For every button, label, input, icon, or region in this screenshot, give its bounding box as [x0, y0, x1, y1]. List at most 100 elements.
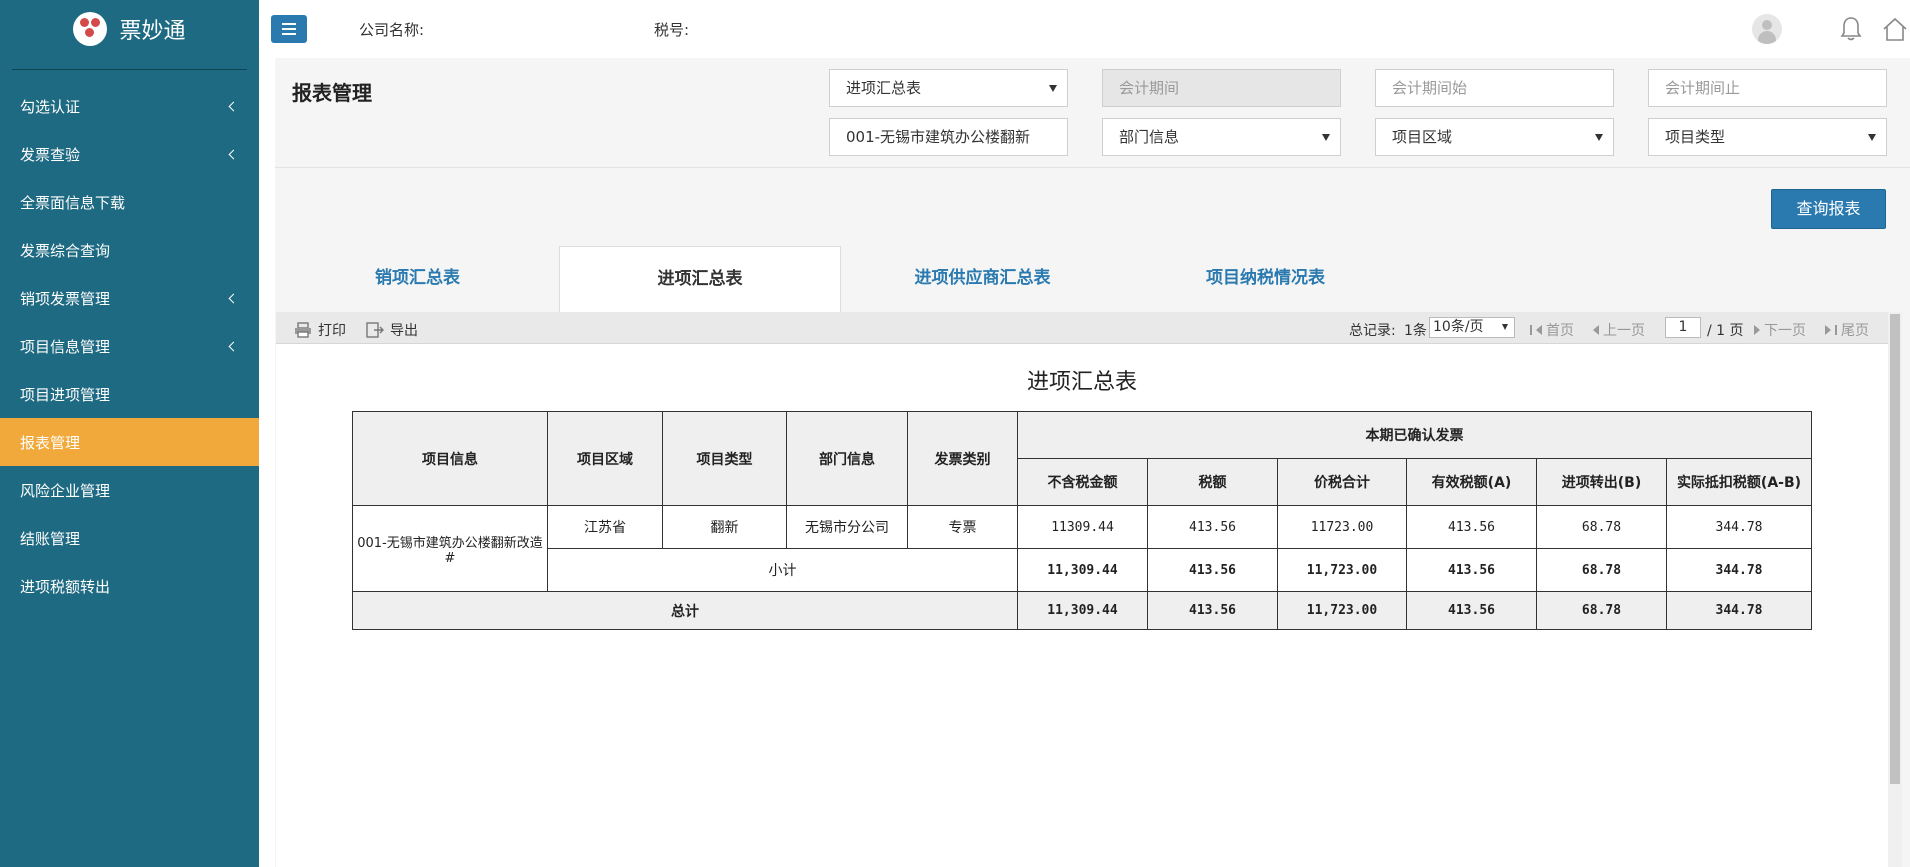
vertical-scrollbar[interactable] — [1888, 312, 1902, 867]
sidebar-item-label: 结账管理 — [20, 529, 81, 548]
brand-name: 票妙通 — [119, 19, 186, 44]
first-page-label: 首页 — [1546, 323, 1574, 339]
menu-toggle-button[interactable] — [271, 15, 307, 43]
subtotal-row: 小计 11,309.44 413.56 11,723.00 413.56 68.… — [353, 548, 1812, 592]
avatar[interactable] — [1752, 14, 1782, 44]
chevron-left-icon — [228, 101, 239, 111]
divider — [12, 69, 247, 70]
page-size-select[interactable]: 10条/页 — [1429, 317, 1515, 338]
cell-department: 无锡市分公司 — [786, 505, 908, 549]
total-pages: / 1 页 — [1707, 323, 1744, 339]
chevron-left-icon — [228, 293, 239, 303]
top-icons — [1730, 14, 1910, 44]
sidebar-item-check-certify[interactable]: 勾选认证 — [0, 82, 259, 130]
chevron-left-icon — [228, 341, 239, 351]
last-page-icon — [1825, 325, 1831, 335]
sidebar-item-tax-transfer[interactable]: 进项税额转出 — [0, 562, 259, 610]
page-title: 报表管理 — [292, 81, 372, 105]
header-confirmed-group: 本期已确认发票 — [1017, 411, 1812, 459]
header-type: 项目类型 — [662, 411, 787, 506]
header-invoice-category: 发票类别 — [907, 411, 1018, 506]
sidebar-item-project-input[interactable]: 项目进项管理 — [0, 370, 259, 418]
department-value: 部门信息 — [1119, 128, 1180, 146]
tab-input-summary[interactable]: 进项汇总表 — [559, 246, 841, 312]
home-icon[interactable] — [1882, 16, 1908, 42]
next-page-label: 下一页 — [1764, 323, 1806, 339]
grand-total-effective-tax: 413.56 — [1406, 591, 1537, 630]
sidebar-item-invoice-verify[interactable]: 发票查验 — [0, 130, 259, 178]
print-button[interactable]: 打印 — [294, 320, 346, 340]
sidebar-item-reports[interactable]: 报表管理 — [0, 418, 259, 466]
subtotal-amount-ex-tax: 11,309.44 — [1017, 548, 1148, 592]
sidebar-item-label: 项目进项管理 — [20, 385, 111, 404]
caret-down-icon — [1502, 324, 1508, 330]
period-end-placeholder: 会计期间止 — [1665, 79, 1741, 97]
sidebar-item-invoice-query[interactable]: 发票综合查询 — [0, 226, 259, 274]
cell-actual-deduct: 344.78 — [1666, 505, 1812, 549]
cell-category: 专票 — [907, 505, 1018, 549]
sidebar-item-label: 项目信息管理 — [20, 337, 111, 356]
period-start-input[interactable]: 会计期间始 — [1375, 69, 1614, 107]
next-page-icon — [1754, 325, 1760, 335]
tab-supplier-summary[interactable]: 进项供应商汇总表 — [841, 246, 1124, 312]
accounting-period-field: 会计期间 — [1102, 69, 1341, 107]
caret-down-icon — [1595, 134, 1603, 141]
brand[interactable]: 票妙通 — [0, 0, 259, 58]
subtotal-tax: 413.56 — [1147, 548, 1278, 592]
next-page-link[interactable]: 下一页 — [1754, 320, 1806, 340]
department-select[interactable]: 部门信息 — [1102, 118, 1341, 156]
current-page-input[interactable]: 1 — [1665, 317, 1701, 338]
subtotal-effective-tax: 413.56 — [1406, 548, 1537, 592]
period-end-input[interactable]: 会计期间止 — [1648, 69, 1887, 107]
sidebar-item-label: 报表管理 — [20, 433, 81, 452]
header-region: 项目区域 — [547, 411, 663, 506]
export-button[interactable]: 导出 — [366, 320, 418, 340]
tax-number-label: 税号: — [654, 21, 690, 39]
report-type-value: 进项汇总表 — [846, 79, 922, 97]
sidebar-item-label: 全票面信息下载 — [20, 193, 126, 212]
report-table: 项目信息 项目区域 项目类型 部门信息 发票类别 本期已确认发票 不含税金额 税… — [352, 411, 1812, 630]
subtotal-total: 11,723.00 — [1277, 548, 1407, 592]
grand-total-row: 总计 11,309.44 413.56 11,723.00 413.56 68.… — [352, 591, 1812, 630]
sidebar-item-full-download[interactable]: 全票面信息下载 — [0, 178, 259, 226]
cell-tax: 413.56 — [1147, 505, 1278, 549]
sidebar-item-risk[interactable]: 风险企业管理 — [0, 466, 259, 514]
report-type-select[interactable]: 进项汇总表 — [829, 69, 1068, 107]
project-input[interactable]: 001-无锡市建筑办公楼翻新 — [829, 118, 1068, 156]
prev-page-icon — [1593, 325, 1599, 335]
header-effective-tax: 有效税额(A) — [1406, 458, 1537, 506]
topbar: 公司名称: 税号: — [259, 0, 1910, 58]
bell-icon[interactable] — [1840, 16, 1862, 42]
last-page-label: 尾页 — [1841, 323, 1869, 339]
last-page-link[interactable]: 尾页 — [1825, 320, 1869, 340]
first-page-link[interactable]: 首页 — [1530, 320, 1574, 340]
scrollbar-thumb[interactable] — [1890, 314, 1900, 784]
subtotal-tax-out: 68.78 — [1536, 548, 1667, 592]
prev-page-link[interactable]: 上一页 — [1593, 320, 1645, 340]
header-tax: 税额 — [1147, 458, 1278, 506]
caret-down-icon — [1049, 85, 1057, 92]
tab-output-summary[interactable]: 销项汇总表 — [276, 246, 559, 312]
sidebar-item-project-info[interactable]: 项目信息管理 — [0, 322, 259, 370]
grand-total-actual-deduct: 344.78 — [1666, 591, 1812, 630]
sidebar-item-closing[interactable]: 结账管理 — [0, 514, 259, 562]
cell-amount-ex-tax: 11309.44 — [1017, 505, 1148, 549]
region-select[interactable]: 项目区域 — [1375, 118, 1614, 156]
total-records-value: 1条 — [1404, 323, 1427, 339]
tab-project-tax[interactable]: 项目纳税情况表 — [1124, 246, 1407, 312]
company-name-label: 公司名称: — [359, 21, 425, 39]
project-type-select[interactable]: 项目类型 — [1648, 118, 1887, 156]
cell-total: 11723.00 — [1277, 505, 1407, 549]
project-value: 001-无锡市建筑办公楼翻新 — [846, 128, 1031, 146]
sidebar-item-output-invoice[interactable]: 销项发票管理 — [0, 274, 259, 322]
period-start-placeholder: 会计期间始 — [1392, 79, 1468, 97]
query-report-button[interactable]: 查询报表 — [1771, 189, 1886, 229]
grand-total-amount-ex-tax: 11,309.44 — [1017, 591, 1148, 630]
report-title: 进项汇总表 — [1026, 370, 1137, 395]
project-type-value: 项目类型 — [1665, 128, 1726, 146]
export-icon — [366, 322, 384, 338]
logo-icon — [73, 12, 108, 46]
sidebar-item-label: 进项税额转出 — [20, 577, 111, 596]
caret-down-icon — [1868, 134, 1876, 141]
report-toolbar: 打印 导出 总记录: 1条 10条/页 首页 上一页 1 / 1 页 下一页 尾… — [276, 312, 1888, 344]
